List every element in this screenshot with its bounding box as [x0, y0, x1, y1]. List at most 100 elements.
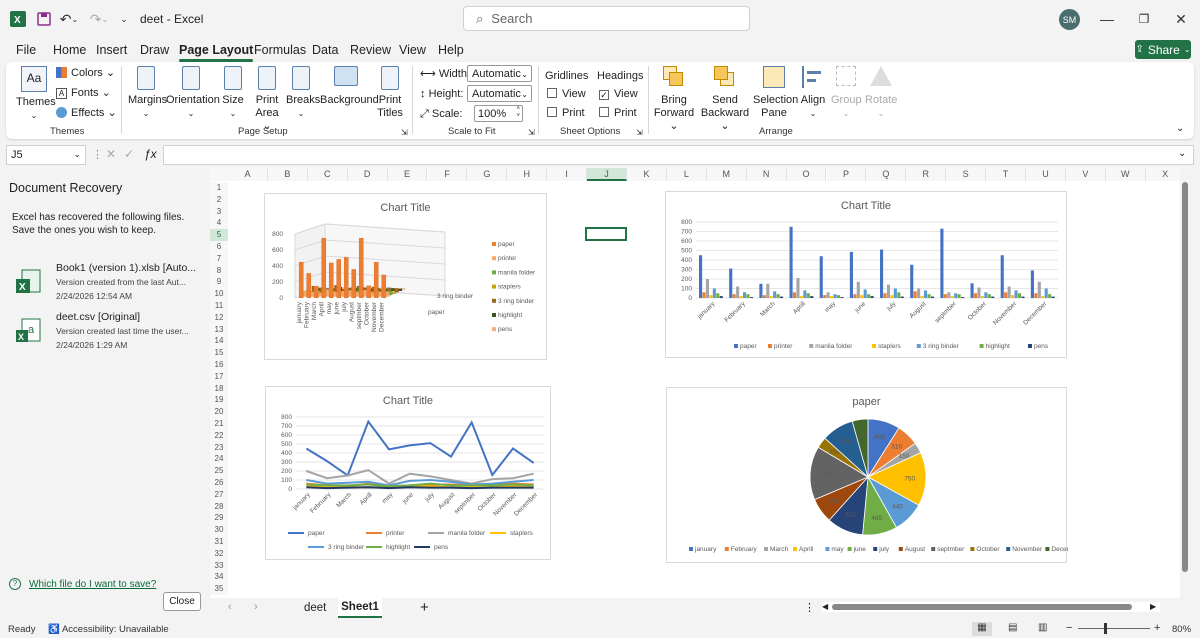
row-header[interactable]: 7: [210, 252, 228, 265]
chart-3d-column[interactable]: Chart Title 800 600 400 200 0 january February…: [264, 193, 547, 360]
margins-button[interactable]: Margins ⌄: [128, 66, 167, 120]
row-header[interactable]: 24: [210, 453, 228, 466]
worksheet-grid[interactable]: ABCDEFGHIJKLMNOPQRSTUVWX 1 2 3 4 5 6 7 8 9 10 11 12…: [210, 168, 1190, 598]
sheet-tab-deet[interactable]: deet: [304, 602, 326, 614]
fonts-button[interactable]: A Fonts ⌄: [56, 87, 111, 100]
column-header[interactable]: W: [1105, 168, 1146, 181]
active-cell[interactable]: [585, 227, 627, 241]
recovery-file-item[interactable]: X Book1 (version 1).xlsb [Auto... Versio…: [10, 257, 205, 302]
row-header[interactable]: 2: [210, 193, 228, 206]
row-header[interactable]: 31: [210, 536, 228, 548]
tab-view[interactable]: View: [399, 43, 426, 57]
column-header[interactable]: O: [786, 168, 827, 181]
effects-button[interactable]: Effects ⌄: [56, 107, 117, 120]
scroll-left-icon[interactable]: ◀: [822, 602, 828, 611]
zoom-level[interactable]: 80%: [1172, 624, 1191, 635]
row-header[interactable]: 32: [210, 547, 228, 560]
tabs-more-icon[interactable]: ⋮: [804, 601, 815, 614]
row-header[interactable]: 19: [210, 394, 228, 407]
save-icon[interactable]: [37, 10, 51, 28]
bring-forward-button[interactable]: Bring Forward ⌄: [652, 66, 696, 133]
tab-page-layout[interactable]: Page Layout: [179, 43, 254, 62]
column-header[interactable]: M: [706, 168, 747, 181]
tab-file[interactable]: File: [16, 43, 36, 57]
page-break-view-icon[interactable]: ▥: [1038, 622, 1047, 633]
zoom-slider[interactable]: [1078, 628, 1150, 629]
row-header[interactable]: 33: [210, 559, 228, 572]
column-header[interactable]: U: [1026, 168, 1066, 181]
customize-toolbar-icon[interactable]: ⌄: [118, 10, 130, 28]
row-header[interactable]: 11: [210, 300, 228, 312]
restore-icon[interactable]: ❐: [1137, 10, 1151, 28]
print-area-button[interactable]: Print Area ⌄: [252, 66, 282, 133]
search-box[interactable]: ⌕ Search: [463, 6, 750, 31]
zoom-out-icon[interactable]: −: [1066, 622, 1072, 634]
row-header[interactable]: 35: [210, 583, 228, 595]
tab-review[interactable]: Review: [350, 43, 391, 57]
row-header[interactable]: 34: [210, 571, 228, 584]
row-header[interactable]: 4: [210, 217, 228, 230]
prev-sheet-icon[interactable]: ‹: [228, 601, 232, 613]
column-header[interactable]: E: [387, 168, 428, 181]
column-header[interactable]: I: [547, 168, 588, 181]
row-header[interactable]: 8: [210, 264, 228, 277]
background-button[interactable]: Background: [320, 66, 379, 107]
size-button[interactable]: Size ⌄: [222, 66, 244, 120]
row-header[interactable]: 20: [210, 406, 228, 418]
headings-print-checkbox[interactable]: Print: [599, 107, 637, 120]
page-layout-view-icon[interactable]: ▤: [1008, 622, 1017, 633]
select-all-corner[interactable]: [210, 168, 228, 181]
row-header[interactable]: 26: [210, 477, 228, 489]
row-header[interactable]: 14: [210, 335, 228, 348]
row-header[interactable]: 29: [210, 512, 228, 525]
undo-icon[interactable]: ↶ ⌄: [58, 10, 80, 28]
themes-button[interactable]: Aa Themes ⌄: [16, 66, 56, 122]
gridlines-view-checkbox[interactable]: View: [547, 88, 586, 101]
add-sheet-icon[interactable]: +: [420, 599, 429, 616]
chart-line[interactable]: Chart Title 800 700 600 500 400 300 200 100 0 jan…: [265, 386, 551, 560]
row-header[interactable]: 28: [210, 500, 228, 513]
row-header[interactable]: 27: [210, 488, 228, 501]
collapse-ribbon-icon[interactable]: ⌄: [1176, 122, 1184, 135]
width-select[interactable]: Automatic ⌄: [467, 65, 532, 82]
close-button[interactable]: Close: [163, 592, 201, 611]
row-header[interactable]: 15: [210, 347, 228, 359]
row-header[interactable]: 21: [210, 418, 228, 430]
expand-formula-icon[interactable]: ⌄: [1178, 148, 1186, 159]
column-header[interactable]: V: [1065, 168, 1106, 181]
close-icon[interactable]: ✕: [1174, 10, 1188, 28]
column-header[interactable]: B: [267, 168, 308, 181]
tab-data[interactable]: Data: [312, 43, 338, 57]
row-header[interactable]: 16: [210, 359, 228, 371]
gridlines-print-checkbox[interactable]: Print: [547, 107, 585, 120]
column-header[interactable]: P: [826, 168, 867, 181]
selection-pane-button[interactable]: Selection Pane: [753, 66, 798, 120]
column-header[interactable]: G: [467, 168, 508, 181]
sheet-options-launcher-icon[interactable]: ⇲: [636, 126, 643, 139]
column-header[interactable]: T: [986, 168, 1026, 181]
recovery-file-item[interactable]: aX deet.csv [Original] Version created l…: [10, 306, 205, 351]
help-link[interactable]: Which file do I want to save?: [29, 579, 156, 590]
tab-insert[interactable]: Insert: [96, 43, 127, 57]
row-header[interactable]: 18: [210, 382, 228, 395]
vertical-scrollbar[interactable]: [1180, 168, 1190, 598]
column-header[interactable]: K: [627, 168, 667, 181]
redo-icon[interactable]: ↷ ⌄: [88, 10, 110, 28]
avatar[interactable]: SM: [1059, 9, 1080, 30]
breaks-button[interactable]: Breaks ⌄: [286, 66, 320, 120]
horizontal-scroll-thumb[interactable]: [832, 604, 1132, 610]
formula-input[interactable]: [163, 145, 1194, 165]
row-header[interactable]: 12: [210, 311, 228, 324]
row-header[interactable]: 10: [210, 288, 228, 300]
headings-view-checkbox[interactable]: ✓ View: [599, 88, 638, 101]
normal-view-icon[interactable]: ▦: [972, 622, 992, 636]
print-titles-button[interactable]: Print Titles: [376, 66, 404, 120]
zoom-in-icon[interactable]: +: [1154, 622, 1160, 634]
column-header[interactable]: A: [228, 168, 268, 181]
column-header[interactable]: R: [906, 168, 947, 181]
cancel-entry-icon[interactable]: ✕: [106, 147, 116, 161]
row-header[interactable]: 17: [210, 370, 228, 383]
row-header[interactable]: 13: [210, 323, 228, 336]
column-header[interactable]: S: [946, 168, 987, 181]
accessibility-status[interactable]: ♿ Accessibility: Unavailable: [48, 624, 169, 635]
